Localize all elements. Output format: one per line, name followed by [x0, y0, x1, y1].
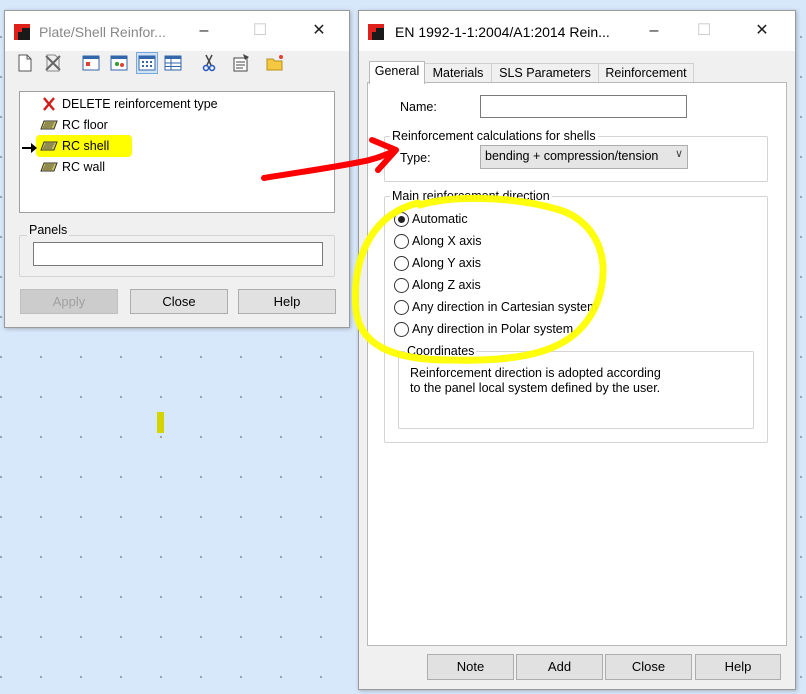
tab-reinforcement[interactable]: Reinforcement: [598, 63, 694, 83]
window-title: EN 1992-1-1:2004/A1:2014 Rein...: [395, 24, 610, 40]
note-button[interactable]: Note: [427, 654, 514, 680]
rc-type-icon: [40, 162, 58, 172]
close-button[interactable]: Close: [130, 289, 228, 314]
radio-label: Along Y axis: [412, 256, 482, 270]
new-icon[interactable]: [15, 53, 35, 73]
coordinates-group-label: Coordinates: [405, 344, 477, 358]
app-icon: [367, 23, 385, 41]
close-button[interactable]: Close: [605, 654, 692, 680]
help-button[interactable]: Help: [695, 654, 781, 680]
calculations-group-label: Reinforcement calculations for shells: [390, 129, 598, 143]
general-tab-panel: Name: Reinforcement calculations for she…: [367, 82, 787, 646]
minimize-button[interactable]: –: [193, 21, 215, 41]
delete-x-icon: [43, 97, 55, 111]
open-folder-icon[interactable]: [265, 53, 285, 73]
delete-icon[interactable]: [43, 53, 63, 73]
grid-view-icon[interactable]: [136, 52, 158, 74]
radio-dot: [394, 278, 409, 293]
radio-dot: [394, 256, 409, 271]
coordinates-description: Reinforcement direction is adopted accor…: [410, 366, 661, 396]
rc-type-icon: [40, 141, 58, 151]
app-icon: [13, 23, 31, 41]
type-select-value: bending + compression/tension: [485, 149, 659, 163]
radio-label: Any direction in Polar system: [412, 322, 574, 336]
direction-group-label: Main reinforcement direction: [390, 189, 552, 203]
radio-dot: [394, 234, 409, 249]
reinforcement-type-tree[interactable]: DELETE reinforcement type RC floor RC sh…: [19, 91, 335, 213]
table-view-icon[interactable]: [163, 53, 183, 73]
radio-dot: [394, 300, 409, 315]
panels-input[interactable]: [33, 242, 323, 266]
en1992-reinforcement-window: EN 1992-1-1:2004/A1:2014 Rein... – ☐ ✕ G…: [358, 10, 796, 690]
type-select[interactable]: bending + compression/tension ∨: [480, 145, 688, 169]
radio-label: Along X axis: [412, 234, 482, 248]
cut-icon[interactable]: [199, 53, 219, 73]
radio-label: Any direction in Cartesian system: [412, 300, 598, 314]
plate-shell-reinforcement-window: Plate/Shell Reinfor... – ☐ ✕ DELETE rein…: [4, 10, 350, 328]
close-window-button[interactable]: ✕: [308, 21, 330, 41]
properties-icon[interactable]: [231, 53, 251, 73]
name-label: Name:: [400, 100, 437, 114]
help-button[interactable]: Help: [238, 289, 336, 314]
panels-label: Panels: [27, 223, 70, 237]
tree-item-label: RC floor: [62, 118, 108, 132]
tab-materials[interactable]: Materials: [424, 63, 492, 83]
type-label: Type:: [400, 151, 431, 165]
tree-item-label: RC wall: [62, 160, 106, 174]
coordinates-line-1: Reinforcement direction is adopted accor…: [410, 366, 661, 380]
title-bar[interactable]: EN 1992-1-1:2004/A1:2014 Rein... – ☐ ✕: [359, 11, 795, 51]
rc-type-icon: [40, 120, 58, 130]
tab-general[interactable]: General: [369, 61, 425, 84]
maximize-button: ☐: [696, 22, 712, 39]
radio-label: Automatic: [412, 212, 468, 226]
window-title: Plate/Shell Reinfor...: [39, 24, 166, 40]
coordinates-line-2: to the panel local system defined by the…: [410, 381, 661, 395]
tree-item-label: DELETE reinforcement type: [62, 97, 218, 111]
selection-arrow-icon: [22, 143, 37, 153]
radio-dot: [394, 212, 409, 227]
tab-sls-parameters[interactable]: SLS Parameters: [491, 63, 599, 83]
window-view-icon[interactable]: [81, 53, 101, 73]
close-window-button[interactable]: ✕: [751, 21, 773, 41]
minimize-button[interactable]: –: [643, 21, 665, 41]
name-input[interactable]: [480, 95, 687, 118]
tree-item-label: RC shell: [62, 139, 110, 153]
radio-dot: [394, 322, 409, 337]
chevron-down-icon: ∨: [674, 148, 683, 160]
maximize-button: ☐: [252, 22, 268, 39]
title-bar[interactable]: Plate/Shell Reinfor... – ☐ ✕: [5, 11, 349, 51]
apply-button[interactable]: Apply: [20, 289, 118, 314]
add-button[interactable]: Add: [516, 654, 603, 680]
radio-label: Along Z axis: [412, 278, 481, 292]
panel-view-icon[interactable]: [109, 53, 129, 73]
